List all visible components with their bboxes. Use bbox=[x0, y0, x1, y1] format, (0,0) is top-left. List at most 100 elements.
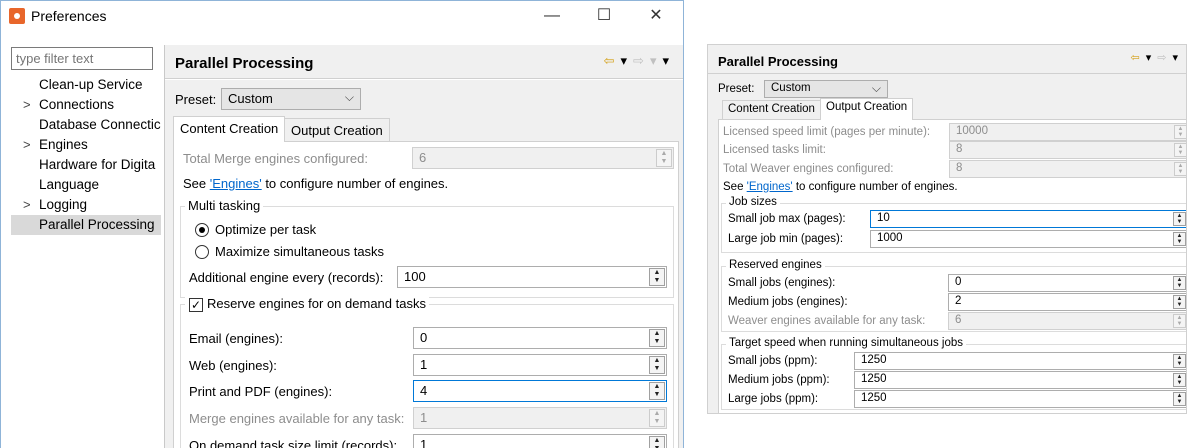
preference-tree: Clean-up Service > Connections Database C… bbox=[11, 75, 161, 235]
hint-suffix: to configure number of engines. bbox=[261, 176, 449, 191]
preset-combo[interactable]: Custom ⌵ bbox=[764, 80, 888, 98]
page-title: Parallel Processing bbox=[175, 55, 314, 72]
tasks-limit-field: 8 ▲ ▼ bbox=[949, 141, 1186, 159]
chevron-right-icon[interactable]: > bbox=[23, 95, 31, 115]
merge-available-label: Merge engines available for any task: bbox=[189, 411, 405, 426]
engines-link[interactable]: 'Engines' bbox=[210, 176, 262, 191]
chevron-right-icon[interactable]: > bbox=[23, 135, 31, 155]
speed-limit-label: Licensed speed limit (pages per minute): bbox=[723, 126, 931, 138]
total-merge-label: Total Merge engines configured: bbox=[183, 151, 369, 166]
medium-jobs-ppm-field[interactable]: 1250 ▲ ▼ bbox=[854, 371, 1186, 389]
speed-limit-value: 10000 bbox=[956, 125, 988, 137]
large-job-min-field[interactable]: 1000 ▲ ▼ bbox=[870, 230, 1186, 248]
web-value: 1 bbox=[420, 357, 428, 372]
spinner-icon[interactable]: ▲▼ bbox=[1173, 232, 1186, 246]
tab-content-creation[interactable]: Content Creation bbox=[173, 116, 286, 142]
spinner-icon[interactable]: ▲▼ bbox=[649, 329, 665, 347]
spinner-icon[interactable]: ▲▼ bbox=[1173, 295, 1186, 309]
header-separator bbox=[708, 73, 1186, 74]
spinner-icon: ▲ ▼ bbox=[656, 149, 672, 167]
tree-item-connections[interactable]: > Connections bbox=[11, 95, 161, 115]
tree-item-label: Engines bbox=[39, 137, 88, 152]
spinner-icon[interactable]: ▲▼ bbox=[1173, 354, 1186, 368]
forward-icon[interactable]: ⇨ bbox=[1157, 52, 1166, 64]
small-job-max-field[interactable]: 10 ▲ ▼ bbox=[870, 210, 1186, 228]
spinner-icon[interactable]: ▲▼ bbox=[1173, 212, 1186, 226]
total-weaver-field: 8 ▲ ▼ bbox=[949, 160, 1186, 178]
maximize-radio[interactable] bbox=[195, 245, 209, 259]
maximize-label[interactable]: Maximize simultaneous tasks bbox=[215, 244, 384, 259]
filter-input[interactable] bbox=[11, 47, 153, 70]
spinner-icon[interactable]: ▲▼ bbox=[649, 268, 665, 286]
tasks-limit-label: Licensed tasks limit: bbox=[723, 144, 826, 156]
multi-tasking-group: Multi tasking Optimize per task Maximize… bbox=[180, 198, 674, 298]
tree-item-label: Parallel Processing bbox=[39, 217, 155, 232]
minimize-button[interactable]: — bbox=[537, 5, 567, 27]
output-creation-page: Parallel Processing ⇦ ▾ ⇨ ▾ Preset: Custom … bbox=[707, 44, 1187, 414]
web-field[interactable]: 1 ▲ ▼ bbox=[413, 354, 667, 376]
tab-output-creation[interactable]: Output Creation bbox=[284, 118, 390, 142]
tree-item-label: Clean-up Service bbox=[39, 77, 143, 92]
back-icon[interactable]: ⇦ bbox=[604, 53, 615, 68]
tasks-limit-value: 8 bbox=[956, 143, 963, 155]
spinner-icon[interactable]: ▲▼ bbox=[649, 382, 665, 400]
small-jobs-ppm-label: Small jobs (ppm): bbox=[728, 355, 818, 367]
tab-content-creation[interactable]: Content Creation bbox=[722, 100, 821, 120]
hint-suffix: to configure number of engines. bbox=[792, 181, 958, 193]
maximize-button[interactable]: ☐ bbox=[589, 5, 619, 27]
spinner-icon: ▲ ▼ bbox=[1174, 143, 1186, 157]
close-button[interactable]: ✕ bbox=[641, 5, 671, 27]
tree-item-database-connection[interactable]: Database Connectic bbox=[11, 115, 161, 135]
engines-link[interactable]: 'Engines' bbox=[747, 181, 793, 193]
optimize-radio[interactable] bbox=[195, 223, 209, 237]
medium-jobs-ppm-label: Medium jobs (ppm): bbox=[728, 374, 830, 386]
small-jobs-engines-field[interactable]: 0 ▲ ▼ bbox=[948, 274, 1186, 292]
preset-value: Custom bbox=[771, 82, 811, 94]
tree-item-language[interactable]: Language bbox=[11, 175, 161, 195]
email-field[interactable]: 0 ▲ ▼ bbox=[413, 327, 667, 349]
back-menu-icon[interactable]: ▾ bbox=[1146, 52, 1152, 64]
preset-value: Custom bbox=[228, 91, 273, 106]
reserve-title[interactable]: Reserve engines for on demand tasks bbox=[185, 296, 429, 311]
tree-item-logging[interactable]: > Logging bbox=[11, 195, 161, 215]
spinner-icon[interactable]: ▲▼ bbox=[1173, 276, 1186, 290]
forward-icon[interactable]: ⇨ bbox=[633, 53, 644, 68]
spinner-icon[interactable]: ▲▼ bbox=[649, 436, 665, 448]
spinner-icon: ▲ ▼ bbox=[1174, 162, 1186, 176]
large-jobs-ppm-label: Large jobs (ppm): bbox=[728, 393, 819, 405]
additional-engine-field[interactable]: 100 ▲ ▼ bbox=[397, 266, 667, 288]
preset-combo[interactable]: Custom ⌵ bbox=[221, 88, 361, 110]
speed-limit-field: 10000 ▲ ▼ bbox=[949, 123, 1186, 141]
size-limit-field[interactable]: 1 ▲▼ bbox=[413, 434, 667, 448]
medium-jobs-engines-label: Medium jobs (engines): bbox=[728, 296, 848, 308]
tree-item-engines[interactable]: > Engines bbox=[11, 135, 161, 155]
spinner-icon[interactable]: ▲▼ bbox=[1173, 373, 1186, 387]
job-sizes-group: Job sizes Small job max (pages): 10 ▲ ▼ L… bbox=[721, 196, 1186, 253]
reserve-checkbox[interactable]: ✓ bbox=[189, 298, 203, 312]
tree-item-hardware[interactable]: Hardware for Digita bbox=[11, 155, 161, 175]
tree-item-label: Logging bbox=[39, 197, 88, 212]
tree-item-parallel-processing[interactable]: Parallel Processing bbox=[11, 215, 161, 235]
total-weaver-label: Total Weaver engines configured: bbox=[723, 163, 894, 175]
chevron-right-icon[interactable]: > bbox=[23, 195, 31, 215]
tree-item-clean-up-service[interactable]: Clean-up Service bbox=[11, 75, 161, 95]
email-label: Email (engines): bbox=[189, 331, 283, 346]
target-speed-title: Target speed when running simultaneous j… bbox=[726, 337, 966, 349]
forward-menu-icon[interactable]: ▾ bbox=[650, 53, 657, 68]
small-jobs-ppm-field[interactable]: 1250 ▲ ▼ bbox=[854, 352, 1186, 370]
view-menu-icon[interactable]: ▾ bbox=[662, 53, 669, 68]
small-jobs-engines-label: Small jobs (engines): bbox=[728, 277, 836, 289]
print-pdf-field[interactable]: 4 ▲ ▼ bbox=[413, 380, 667, 402]
spinner-icon[interactable]: ▲▼ bbox=[649, 356, 665, 374]
large-jobs-ppm-field[interactable]: 1250 ▲ ▼ bbox=[854, 390, 1186, 408]
spinner-icon: ▲ ▼ bbox=[1173, 314, 1186, 328]
optimize-label[interactable]: Optimize per task bbox=[215, 222, 316, 237]
medium-jobs-engines-field[interactable]: 2 ▲ ▼ bbox=[948, 293, 1186, 311]
back-icon[interactable]: ⇦ bbox=[1131, 52, 1140, 64]
tab-output-creation[interactable]: Output Creation bbox=[820, 98, 914, 120]
tab-panel: Licensed speed limit (pages per minute):… bbox=[718, 119, 1186, 413]
forward-menu-icon[interactable]: ▾ bbox=[1172, 52, 1178, 64]
chevron-down-icon: ⌵ bbox=[344, 90, 354, 104]
spinner-icon[interactable]: ▲▼ bbox=[1173, 392, 1186, 406]
back-menu-icon[interactable]: ▾ bbox=[621, 53, 628, 68]
